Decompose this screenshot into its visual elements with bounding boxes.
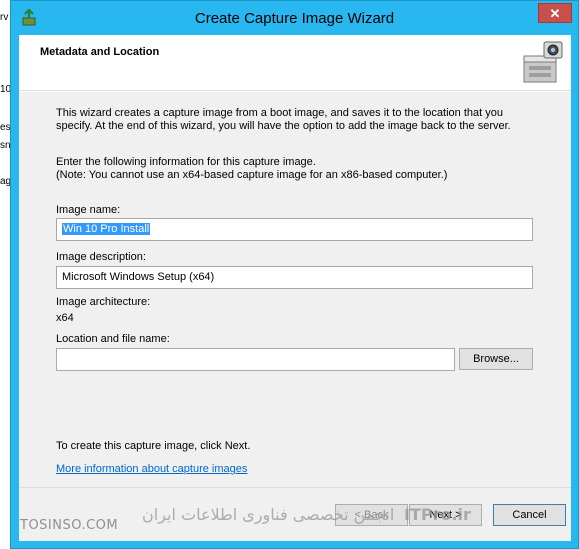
next-hint-text: To create this capture image, click Next…: [56, 440, 251, 452]
image-name-value: Win 10 Pro Install: [62, 223, 151, 235]
image-name-input[interactable]: Win 10 Pro Install: [56, 218, 533, 241]
location-label: Location and file name:: [56, 333, 170, 345]
image-architecture-value: x64: [56, 312, 74, 324]
image-name-label: Image name:: [56, 204, 121, 216]
image-description-value: Microsoft Windows Setup (x64): [62, 271, 215, 283]
wizard-window: Create Capture Image Wizard ✕ Metadata a…: [10, 0, 579, 549]
wizard-header: Metadata and Location: [19, 35, 571, 91]
title-bar[interactable]: Create Capture Image Wizard ✕: [11, 1, 578, 35]
instruction-text-line-2: (Note: You cannot use an x64-based captu…: [56, 169, 448, 181]
cancel-button[interactable]: Cancel: [493, 504, 566, 526]
wizard-client-area: Metadata and Location This wizard create…: [19, 35, 571, 541]
close-icon: ✕: [549, 6, 561, 21]
intro-text-line-2: specify. At the end of this wizard, you …: [56, 120, 511, 132]
image-description-label: Image description:: [56, 251, 146, 263]
close-button[interactable]: ✕: [538, 3, 572, 23]
more-info-link[interactable]: More information about capture images: [56, 463, 247, 475]
browse-button[interactable]: Browse...: [459, 348, 533, 370]
intro-text-line-1: This wizard creates a capture image from…: [56, 107, 503, 119]
wizard-content: This wizard creates a capture image from…: [19, 92, 571, 487]
location-input[interactable]: [56, 348, 455, 371]
watermark-site-right: ITPro.ir: [404, 505, 471, 524]
capture-image-icon: [523, 41, 563, 83]
instruction-text-line-1: Enter the following information for this…: [56, 156, 316, 168]
window-title: Create Capture Image Wizard: [194, 10, 395, 27]
image-architecture-label: Image architecture:: [56, 296, 151, 308]
watermark-site-left: TOSINSO.COM: [20, 518, 119, 533]
page-title: Metadata and Location: [40, 46, 160, 58]
image-description-input[interactable]: Microsoft Windows Setup (x64): [56, 266, 533, 289]
watermark-persian-text: انجمن تخصصی فناوری اطلاعات ایران: [142, 505, 395, 524]
